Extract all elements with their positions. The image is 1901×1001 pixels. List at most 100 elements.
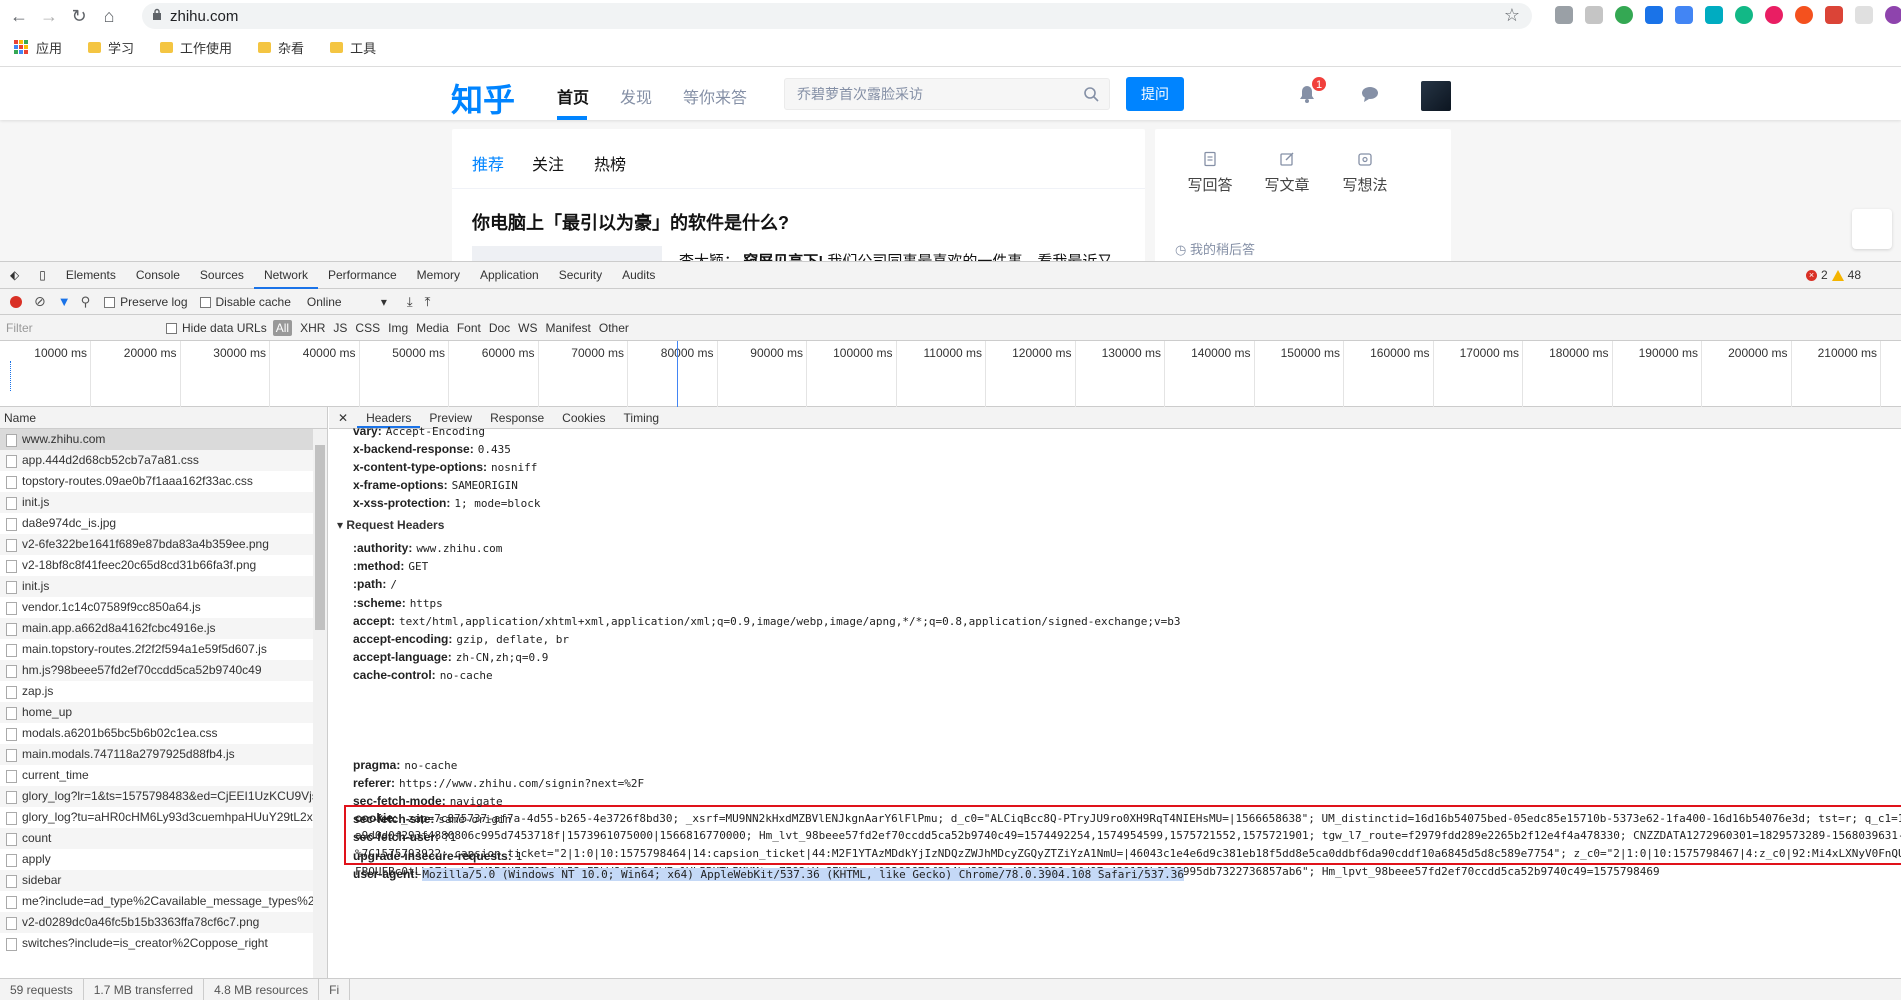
tab-application[interactable]: Application [470,262,549,289]
search-icon[interactable] [1083,86,1099,102]
import-har-icon[interactable]: ⤓ [407,294,413,310]
request-row[interactable]: me?include=ad_type%2Cavailable_message_t… [0,891,313,912]
address-bar[interactable]: zhihu.com ☆ [142,3,1532,29]
request-row[interactable]: hm.js?98beee57fd2ef70ccdd5ca52b9740c49 [0,660,313,681]
extension-icon[interactable] [1615,6,1633,24]
extension-icon[interactable] [1675,6,1693,24]
zhihu-logo[interactable]: 知乎 [451,75,515,121]
request-row[interactable]: switches?include=is_creator%2Coppose_rig… [0,933,313,954]
hide-data-urls-checkbox[interactable]: Hide data URLs [166,321,267,335]
extension-icon[interactable] [1765,6,1783,24]
tab-sources[interactable]: Sources [190,262,254,289]
tab-elements[interactable]: Elements [56,262,126,289]
extension-icon[interactable] [1555,6,1573,24]
tab-performance[interactable]: Performance [318,262,407,289]
request-row[interactable]: v2-18bf8c8f41feec20c65d8cd31b66fa3f.png [0,555,313,576]
tab-hot[interactable]: 热榜 [594,151,626,175]
extension-icon[interactable] [1585,6,1603,24]
user-avatar[interactable] [1421,81,1451,111]
request-headers-title[interactable]: ▾ Request Headers [337,518,444,532]
request-row[interactable]: glory_log?tu=aHR0cHM6Ly93d3cuemhpaHUuY29… [0,807,313,828]
request-row[interactable]: init.js [0,576,313,597]
nav-explore[interactable]: 发现 [620,84,652,108]
floating-action-button[interactable] [1852,209,1892,249]
request-row[interactable]: init.js [0,492,313,513]
request-row[interactable]: current_time [0,765,313,786]
tab-memory[interactable]: Memory [407,262,470,289]
inspect-icon[interactable]: ⬖ [0,262,29,289]
extension-icon[interactable] [1645,6,1663,24]
extension-icon[interactable] [1855,6,1873,24]
device-toggle-icon[interactable]: ▯ [29,262,56,289]
search-icon[interactable]: ⚲ [81,294,91,310]
request-row[interactable]: v2-d0289dc0a46fc5b15b3363ffa78cf6c7.png [0,912,313,933]
type-filter-ws[interactable]: WS [518,321,537,335]
bookmark-folder[interactable]: 工作使用 [154,38,232,57]
filter-input[interactable]: Filter [6,321,166,335]
request-row[interactable]: v2-6fe322be1641f689e87bda83a4b359ee.png [0,534,313,555]
request-row[interactable]: home_up [0,702,313,723]
tab-audits[interactable]: Audits [612,262,665,289]
nav-waiting-answers[interactable]: 等你来答 [683,84,747,108]
extension-icon[interactable] [1735,6,1753,24]
request-row[interactable]: da8e974dc_is.jpg [0,513,313,534]
forward-arrow-icon[interactable]: → [38,5,60,27]
export-har-icon[interactable]: ⤒ [425,294,431,310]
scrollbar-thumb[interactable] [315,445,325,630]
answer-excerpt[interactable]: 李大颖： 窥屏见高下! 我们公司同事最喜欢的一件事，看我最近又 [679,250,1112,261]
drafts-link[interactable]: ◷ 我的稍后答 [1175,239,1255,258]
disable-cache-checkbox[interactable]: Disable cache [199,295,291,309]
tab-console[interactable]: Console [126,262,190,289]
nav-home[interactable]: 首页 [557,84,589,108]
issue-counters[interactable]: × 2 48 [1805,268,1861,282]
search-input[interactable]: 乔碧萝首次露脸采访 [784,78,1110,110]
request-row[interactable]: zap.js [0,681,313,702]
extension-icon[interactable] [1825,6,1843,24]
request-row[interactable]: main.modals.747118a2797925d88fb4.js [0,744,313,765]
tab-timing[interactable]: Timing [615,407,669,428]
type-filter-font[interactable]: Font [457,321,481,335]
reload-icon[interactable]: ↻ [68,5,90,27]
write-answer-button[interactable]: 写回答 [1175,151,1245,195]
filter-funnel-icon[interactable]: ▼ [58,294,71,309]
back-arrow-icon[interactable]: ← [8,5,30,27]
type-filter-manifest[interactable]: Manifest [546,321,591,335]
type-filter-img[interactable]: Img [388,321,408,335]
record-icon[interactable] [10,295,22,308]
request-row[interactable]: count [0,828,313,849]
write-article-button[interactable]: 写文章 [1252,151,1322,195]
type-filter-css[interactable]: CSS [355,321,380,335]
home-icon[interactable]: ⌂ [98,5,120,27]
type-filter-media[interactable]: Media [416,321,449,335]
request-row[interactable]: topstory-routes.09ae0b7f1aaa162f33ac.css [0,471,313,492]
bookmark-folder[interactable]: 工具 [324,38,376,57]
tab-network[interactable]: Network [253,262,318,289]
tab-security[interactable]: Security [549,262,612,289]
name-column-header[interactable]: Name [0,407,327,429]
requests-scrollbar[interactable] [313,429,327,978]
tab-cookies[interactable]: Cookies [553,407,614,428]
answer-thumbnail[interactable] [472,246,662,261]
clear-icon[interactable]: ⊘ [34,293,46,310]
request-row[interactable]: app.444d2d68cb52cb7a7a81.css [0,450,313,471]
bookmark-folder[interactable]: 杂看 [252,38,304,57]
throttle-select[interactable]: Online ▾ [307,295,387,309]
request-row[interactable]: vendor.1c14c07589f9cc850a64.js [0,597,313,618]
request-row[interactable]: apply [0,849,313,870]
request-row[interactable]: modals.a6201b65bc5b6b02c1ea.css [0,723,313,744]
bookmark-apps[interactable]: 应用 [0,38,62,57]
request-row[interactable]: main.app.a662d8a4162fcbc4916e.js [0,618,313,639]
request-row[interactable]: sidebar [0,870,313,891]
question-title[interactable]: 你电脑上「最引以为豪」的软件是什么? [472,209,789,235]
tab-recommend[interactable]: 推荐 [472,151,504,175]
request-row[interactable]: www.zhihu.com [0,429,313,450]
request-row[interactable]: glory_log?lr=1&ts=1575798483&ed=CjEEI1Uz… [0,786,313,807]
write-thought-button[interactable]: 写想法 [1330,151,1400,195]
type-filter-js[interactable]: JS [333,321,347,335]
preserve-log-checkbox[interactable]: Preserve log [104,295,188,309]
extension-icon[interactable] [1705,6,1723,24]
profile-avatar[interactable] [1885,6,1901,24]
request-row[interactable]: main.topstory-routes.2f2f2f594a1e59f5d60… [0,639,313,660]
type-filter-xhr[interactable]: XHR [300,321,325,335]
chat-bubbles-icon[interactable] [1361,85,1381,103]
